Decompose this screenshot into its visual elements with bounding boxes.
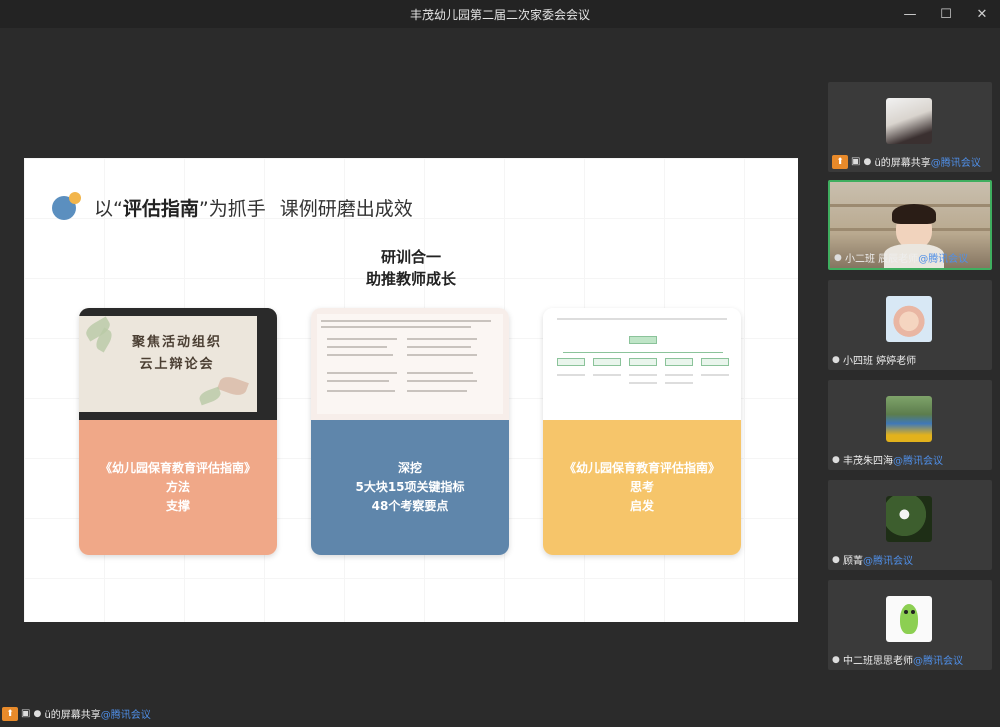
- screen-icon: ▣: [851, 156, 861, 167]
- card-body: 深挖 5大块15项关键指标 48个考察要点: [311, 420, 509, 555]
- participant-name: 丰茂朱四海: [843, 456, 893, 467]
- participant-name: 顾菁: [843, 556, 863, 567]
- card-body: 《幼儿园保育教育评估指南》 方法 支撑: [79, 420, 277, 555]
- share-icon: ⬆: [2, 706, 18, 721]
- presenter-label: ⬆ ▣ ● ü的屏幕共享 @腾讯会议: [2, 706, 151, 721]
- participant-name: 小二班 辰辰老师: [845, 254, 919, 265]
- participant-tag: @腾讯会议: [863, 556, 913, 567]
- participant-label: ⬆ ▣ ● ü的屏幕共享 @腾讯会议: [832, 154, 981, 169]
- heading-dot-icon: [52, 191, 81, 220]
- participant-tile[interactable]: ● 丰茂朱四海 @腾讯会议: [828, 380, 992, 470]
- card-line: 方法: [165, 480, 190, 494]
- maximize-icon[interactable]: ☐: [928, 0, 964, 28]
- card-line: 《幼儿园保育教育评估指南》: [563, 461, 720, 475]
- portrait-avatar: [886, 98, 932, 144]
- close-icon[interactable]: ✕: [964, 0, 1000, 28]
- card-line: 支撑: [165, 499, 190, 513]
- participant-list: ⬆ ▣ ● ü的屏幕共享 @腾讯会议 ● 小二班 辰辰老师 @腾讯会议 ● 小四…: [818, 28, 1000, 727]
- participant-tag: @腾讯会议: [893, 456, 943, 467]
- share-icon: ⬆: [832, 154, 848, 169]
- card-indicators: 深挖 5大块15项关键指标 48个考察要点: [311, 308, 509, 555]
- heading-prefix: 以“: [94, 198, 123, 220]
- center-title-line1: 研训合一: [380, 248, 441, 266]
- heading-text: 以“评估指南”为抓手 课例研磨出成效: [94, 194, 413, 221]
- mic-icon: ●: [832, 554, 840, 565]
- participant-name: ü的屏幕共享: [874, 158, 931, 169]
- screen-icon: ▣: [21, 708, 31, 719]
- thumbnail-title: 聚焦活动组织 云上辩论会: [131, 335, 222, 372]
- mic-icon: ●: [832, 454, 840, 465]
- participant-tile[interactable]: ● 中二班思思老师 @腾讯会议: [828, 580, 992, 670]
- card-line: 48个考察要点: [371, 499, 449, 513]
- portrait-avatar: [886, 296, 932, 342]
- center-title-line2: 助推教师成长: [365, 270, 456, 288]
- participant-tile-active[interactable]: ● 小二班 辰辰老师 @腾讯会议: [828, 180, 992, 270]
- slide-heading: 以“评估指南”为抓手 课例研磨出成效: [52, 191, 413, 221]
- presenter-name: ü的屏幕共享: [44, 710, 101, 721]
- participant-label: ● 顾菁 @腾讯会议: [832, 552, 913, 568]
- card-thumbnail: [543, 308, 741, 420]
- mic-icon: ●: [832, 354, 840, 365]
- card-line: 《幼儿园保育教育评估指南》: [99, 461, 256, 475]
- window-title: 丰茂幼儿园第二届二次家委会会议: [409, 7, 590, 22]
- participant-tag: @腾讯会议: [918, 254, 969, 265]
- card-body: 《幼儿园保育教育评估指南》 思考 启发: [543, 420, 741, 555]
- participant-label: ● 丰茂朱四海 @腾讯会议: [832, 452, 943, 468]
- participant-name: 中二班思思老师: [843, 656, 913, 667]
- card-line: 思考: [629, 480, 654, 494]
- participant-tag: @腾讯会议: [930, 158, 981, 169]
- center-title: 研训合一 助推教师成长: [24, 246, 798, 290]
- card-line: 5大块15项关键指标: [355, 480, 465, 494]
- heading-suffix: 课例研磨出成效: [279, 198, 413, 220]
- participant-tag: @腾讯会议: [913, 656, 963, 667]
- participant-label: ● 小四班 婷婷老师: [832, 352, 917, 368]
- title-bar: 丰茂幼儿园第二届二次家委会会议 — ☐ ✕: [0, 0, 1000, 28]
- card-thumbnail: 聚焦活动组织 云上辩论会: [79, 308, 277, 420]
- presenter-tag: @腾讯会议: [100, 710, 151, 721]
- window-controls: — ☐ ✕: [892, 0, 1000, 28]
- heading-mid: ”为抓手: [198, 198, 266, 220]
- presentation-slide: 以“评估指南”为抓手 课例研磨出成效 研训合一 助推教师成长 聚焦活动组织 云上辩…: [24, 158, 798, 622]
- card-method: 聚焦活动组织 云上辩论会 《幼儿园保育教育评估指南》 方法 支撑: [79, 308, 277, 555]
- mic-icon: ●: [33, 708, 42, 719]
- minimize-icon[interactable]: —: [892, 0, 928, 28]
- card-reflection: 《幼儿园保育教育评估指南》 思考 启发: [543, 308, 741, 555]
- shared-screen-area: 以“评估指南”为抓手 课例研磨出成效 研训合一 助推教师成长 聚焦活动组织 云上辩…: [0, 28, 818, 727]
- participant-label: ● 小二班 辰辰老师 @腾讯会议: [834, 250, 969, 266]
- participant-tile[interactable]: ⬆ ▣ ● ü的屏幕共享 @腾讯会议: [828, 82, 992, 172]
- heading-bold: 评估指南: [122, 198, 199, 220]
- card-thumbnail: [311, 308, 509, 420]
- participant-tile[interactable]: ● 顾菁 @腾讯会议: [828, 480, 992, 570]
- mic-icon: ●: [863, 156, 872, 167]
- participant-label: ● 中二班思思老师 @腾讯会议: [832, 652, 963, 668]
- portrait-avatar: [886, 396, 932, 442]
- participant-tile[interactable]: ● 小四班 婷婷老师: [828, 280, 992, 370]
- plant-avatar: [886, 496, 932, 542]
- card-line: 启发: [629, 499, 654, 513]
- participant-name: 小四班 婷婷老师: [843, 356, 917, 367]
- mic-icon: ●: [832, 654, 840, 665]
- cartoon-avatar: [886, 596, 932, 642]
- mic-icon: ●: [834, 252, 842, 263]
- card-line: 深挖: [397, 461, 422, 475]
